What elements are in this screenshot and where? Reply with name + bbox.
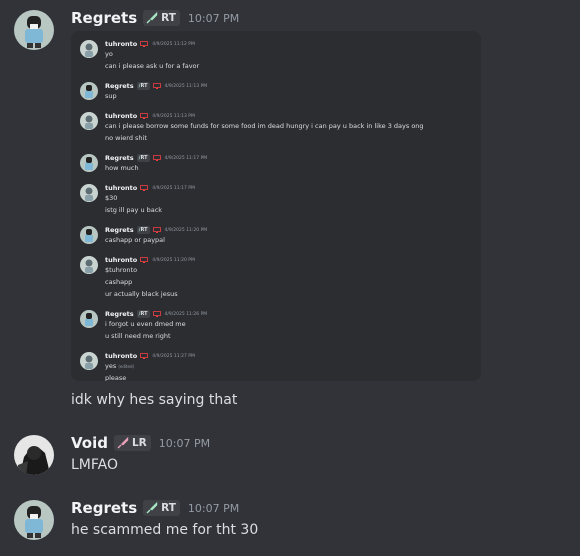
username[interactable]: Void — [71, 434, 108, 452]
message-line: no wierd shit — [105, 134, 147, 142]
server-tag[interactable]: LR — [113, 435, 151, 451]
timestamp: 4/9/2025 11:12 PM — [152, 41, 195, 47]
timestamp: 4/9/2025 11:27 PM — [152, 353, 195, 359]
edited-label: (edited) — [118, 364, 135, 369]
message-line: u still need me right — [105, 332, 171, 340]
message-group: Regrets RT 10:07 PM tuhronto 4/9/2025 11… — [0, 0, 580, 415]
timestamp: 4/9/2025 11:13 PM — [152, 113, 195, 119]
avatar — [80, 154, 98, 172]
device-icon — [140, 113, 149, 119]
message-content: he scammed me for tht 30 — [71, 522, 259, 538]
timestamp: 10:07 PM — [158, 436, 211, 450]
message-line: can i please borrow some funds for some … — [105, 122, 424, 130]
username: Regrets — [105, 82, 134, 90]
username: Regrets — [105, 310, 134, 318]
username: tuhronto — [105, 184, 138, 192]
timestamp: 4/9/2025 11:26 PM — [164, 311, 208, 317]
username[interactable]: Regrets — [71, 499, 137, 517]
server-tag: ∕ RT — [136, 154, 150, 162]
timestamp: 4/9/2025 11:13 PM — [164, 83, 208, 89]
device-icon — [140, 41, 149, 47]
avatar[interactable] — [14, 10, 54, 50]
device-icon — [140, 185, 149, 191]
message-line: can i please ask u for a favor — [105, 62, 200, 70]
message-line: i forgot u even dmed me — [105, 320, 186, 328]
message-line: sup — [105, 92, 117, 100]
username: tuhronto — [105, 112, 138, 120]
avatar — [80, 310, 98, 328]
device-icon — [152, 155, 161, 161]
device-icon — [140, 257, 149, 263]
avatar — [80, 226, 98, 244]
sword-icon — [146, 502, 158, 514]
message-content: LMFAO — [71, 457, 118, 473]
timestamp: 4/9/2025 11:17 PM — [164, 155, 208, 161]
device-icon — [152, 227, 161, 233]
server-tag[interactable]: RT — [143, 500, 180, 516]
message-line: please — [105, 374, 127, 381]
timestamp: 10:07 PM — [187, 501, 240, 515]
sword-icon — [117, 437, 129, 449]
username: Regrets — [105, 226, 134, 234]
embedded-screenshot[interactable]: tuhronto 4/9/2025 11:12 PM yo can i plea… — [71, 31, 481, 381]
message-group: Regrets RT 10:07 PM he scammed me for th… — [0, 495, 580, 550]
device-icon — [140, 353, 149, 359]
timestamp: 10:07 PM — [187, 11, 240, 25]
message-line: ur actually black jesus — [105, 290, 178, 298]
message-line: $tuhronto — [105, 266, 138, 274]
message-line: yes (edited) — [105, 362, 135, 370]
username: tuhronto — [105, 352, 138, 360]
server-tag: ∕ RT — [136, 82, 150, 90]
avatar — [80, 112, 98, 130]
server-tag: ∕ RT — [136, 226, 150, 234]
sword-icon — [146, 12, 158, 24]
timestamp: 4/9/2025 11:17 PM — [152, 185, 195, 191]
device-icon — [152, 311, 161, 317]
message-line: how much — [105, 164, 139, 172]
server-tag: ∕ RT — [136, 310, 150, 318]
username: tuhronto — [105, 256, 138, 264]
avatar — [80, 352, 98, 370]
message-line: $30 — [105, 194, 118, 202]
message-line: cashapp — [105, 278, 133, 286]
message-group: Void LR 10:07 PM LMFAO — [0, 430, 580, 480]
server-tag[interactable]: RT — [143, 10, 180, 26]
username[interactable]: Regrets — [71, 9, 137, 27]
device-icon — [152, 83, 161, 89]
timestamp: 4/9/2025 11:20 PM — [152, 257, 195, 263]
avatar — [80, 256, 98, 274]
message-line: yo — [105, 50, 113, 58]
avatar — [80, 82, 98, 100]
username: tuhronto — [105, 40, 138, 48]
timestamp: 4/9/2025 11:20 PM — [164, 227, 208, 233]
message-line: istg ill pay u back — [105, 206, 163, 214]
avatar[interactable] — [14, 435, 54, 475]
avatar — [80, 184, 98, 202]
avatar — [80, 40, 98, 58]
avatar[interactable] — [14, 500, 54, 540]
message-content: idk why hes saying that — [71, 392, 238, 408]
message-line: cashapp or paypal — [105, 236, 165, 244]
username: Regrets — [105, 154, 134, 162]
